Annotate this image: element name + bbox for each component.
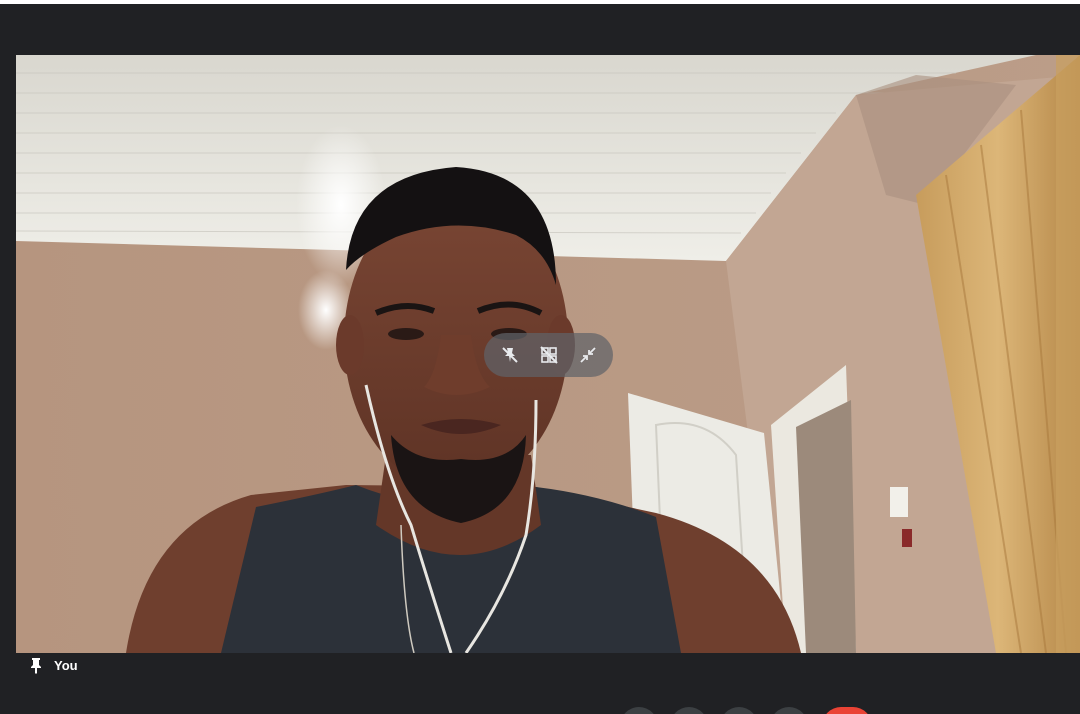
unpin-icon xyxy=(500,345,520,365)
microphone-button[interactable] xyxy=(620,707,658,714)
tile-hover-controls xyxy=(484,333,613,377)
pin-icon xyxy=(28,656,44,674)
unpin-button[interactable] xyxy=(493,338,527,372)
participant-label: You xyxy=(28,655,78,675)
minimize-button[interactable] xyxy=(571,338,605,372)
camera-button[interactable] xyxy=(670,707,708,714)
end-call-button[interactable] xyxy=(822,707,872,714)
present-button[interactable] xyxy=(770,707,808,714)
meeting-window: You xyxy=(0,0,1080,714)
window-top-edge xyxy=(0,0,1080,4)
self-video-tile[interactable] xyxy=(16,55,1080,653)
participant-name: You xyxy=(54,657,78,673)
remove-tile-button[interactable] xyxy=(532,338,566,372)
remove-tile-icon xyxy=(539,345,559,365)
captions-button[interactable] xyxy=(720,707,758,714)
call-controls xyxy=(620,707,872,714)
minimize-icon xyxy=(578,345,598,365)
